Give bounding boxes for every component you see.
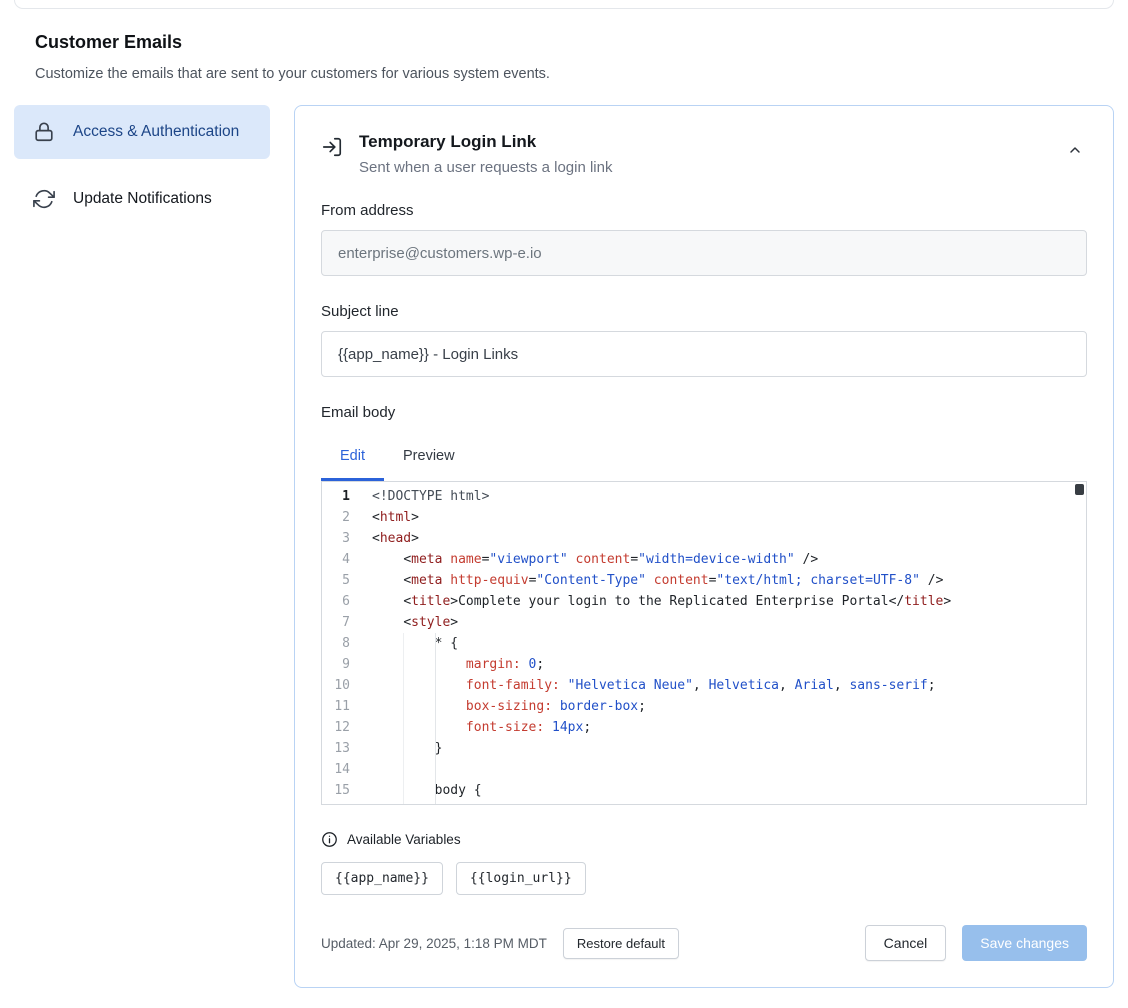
code-text: <html> (372, 507, 419, 528)
code-line: 12 font-size: 14px; (322, 717, 1086, 738)
code-line: 14 (322, 759, 1086, 780)
code-line: 11 box-sizing: border-box; (322, 696, 1086, 717)
indent-guide (403, 633, 404, 804)
editor-scrollbar-thumb[interactable] (1075, 484, 1084, 495)
available-variables-section: Available Variables {{app_name}} {{login_… (321, 831, 1087, 895)
code-text: } (372, 738, 442, 759)
line-number: 15 (322, 780, 350, 801)
code-text: <title>Complete your login to the Replic… (372, 591, 951, 612)
editor-tabs: EditPreview (321, 434, 1087, 481)
info-icon (321, 831, 338, 848)
variable-chips: {{app_name}} {{login_url}} (321, 862, 1087, 895)
code-text: background-color: #f6f6f6; (372, 801, 669, 805)
line-number: 13 (322, 738, 350, 759)
from-address-label: From address (321, 202, 1087, 219)
code-line: 8 * { (322, 633, 1086, 654)
line-number: 14 (322, 759, 350, 780)
code-text: <head> (372, 528, 419, 549)
panel-footer: Updated: Apr 29, 2025, 1:18 PM MDT Resto… (321, 925, 1087, 961)
email-template-panel: Temporary Login Link Sent when a user re… (294, 105, 1114, 988)
code-line: 15 body { (322, 780, 1086, 801)
restore-default-button[interactable]: Restore default (563, 928, 679, 959)
indent-guide (435, 633, 436, 804)
variable-chip[interactable]: {{login_url}} (456, 862, 586, 895)
line-number: 7 (322, 612, 350, 633)
tab-preview[interactable]: Preview (384, 434, 474, 481)
chevron-up-icon (1067, 146, 1083, 161)
sidebar: Access & Authentication Update Notificati… (14, 105, 270, 239)
code-text: font-size: 14px; (372, 717, 591, 738)
sidebar-item-label: Update Notifications (73, 187, 212, 211)
code-line: 6 <title>Complete your login to the Repl… (322, 591, 1086, 612)
code-line: 13 } (322, 738, 1086, 759)
code-line: 3 <head> (322, 528, 1086, 549)
code-line: 2 <html> (322, 507, 1086, 528)
line-number: 4 (322, 549, 350, 570)
line-number: 5 (322, 570, 350, 591)
cancel-button[interactable]: Cancel (865, 925, 947, 961)
code-text: * { (372, 633, 458, 654)
code-line: 1 <!DOCTYPE html> (322, 486, 1086, 507)
line-number: 10 (322, 675, 350, 696)
code-line: 9 margin: 0; (322, 654, 1086, 675)
panel-subtitle: Sent when a user requests a login link (359, 159, 612, 176)
page: Customer Emails Customize the emails tha… (0, 0, 1128, 1008)
line-number: 9 (322, 654, 350, 675)
subject-line-input[interactable] (321, 331, 1087, 377)
code-line: 7 <style> (322, 612, 1086, 633)
email-body-field: Email body EditPreview 1<!DOCTYPE html>2… (321, 404, 1087, 805)
code-line: 10 font-family: "Helvetica Neue", Helvet… (322, 675, 1086, 696)
sync-icon (33, 188, 57, 210)
line-number: 2 (322, 507, 350, 528)
content-layout: Access & Authentication Update Notificati… (14, 105, 1114, 988)
email-body-label: Email body (321, 404, 1087, 421)
page-title: Customer Emails (35, 32, 1114, 53)
available-variables-header: Available Variables (321, 831, 1087, 848)
sidebar-item-label: Access & Authentication (73, 120, 239, 144)
panel-header-text: Temporary Login Link Sent when a user re… (359, 132, 612, 176)
variable-chip[interactable]: {{app_name}} (321, 862, 443, 895)
updated-timestamp: Updated: Apr 29, 2025, 1:18 PM MDT (321, 936, 547, 951)
code-text: <meta name="viewport" content="width=dev… (372, 549, 818, 570)
line-number: 16 (322, 801, 350, 805)
code-text: font-family: "Helvetica Neue", Helvetica… (372, 675, 936, 696)
save-changes-button[interactable]: Save changes (962, 925, 1087, 961)
line-number: 8 (322, 633, 350, 654)
code-line: 16 background-color: #f6f6f6; (322, 801, 1086, 805)
code-text: <!DOCTYPE html> (372, 486, 489, 507)
line-number: 1 (322, 486, 350, 507)
panel-header: Temporary Login Link Sent when a user re… (321, 132, 1087, 176)
code-text: <meta http-equiv="Content-Type" content=… (372, 570, 943, 591)
code-text: <style> (372, 612, 458, 633)
code-text: margin: 0; (372, 654, 544, 675)
editor-content: 1<!DOCTYPE html>2<html>3<head>4 <meta na… (322, 482, 1086, 805)
from-address-field: From address (321, 202, 1087, 276)
page-header: Customer Emails Customize the emails tha… (35, 32, 1114, 82)
page-subtitle: Customize the emails that are sent to yo… (35, 66, 1114, 82)
collapse-panel-button[interactable] (1063, 138, 1087, 165)
line-number: 3 (322, 528, 350, 549)
code-line: 5 <meta http-equiv="Content-Type" conten… (322, 570, 1086, 591)
login-icon (321, 136, 343, 163)
from-address-input[interactable] (321, 230, 1087, 276)
code-editor[interactable]: 1<!DOCTYPE html>2<html>3<head>4 <meta na… (321, 481, 1087, 805)
previous-card-bottom-edge (14, 0, 1114, 9)
sidebar-item-access-authentication[interactable]: Access & Authentication (14, 105, 270, 159)
line-number: 6 (322, 591, 350, 612)
subject-line-field: Subject line (321, 303, 1087, 377)
line-number: 12 (322, 717, 350, 738)
available-variables-label: Available Variables (347, 832, 461, 847)
tab-edit[interactable]: Edit (321, 434, 384, 481)
code-text: body { (372, 780, 482, 801)
line-number: 11 (322, 696, 350, 717)
lock-icon (33, 121, 57, 143)
code-text: box-sizing: border-box; (372, 696, 646, 717)
subject-line-label: Subject line (321, 303, 1087, 320)
sidebar-item-update-notifications[interactable]: Update Notifications (14, 172, 270, 226)
code-line: 4 <meta name="viewport" content="width=d… (322, 549, 1086, 570)
panel-title: Temporary Login Link (359, 132, 612, 152)
